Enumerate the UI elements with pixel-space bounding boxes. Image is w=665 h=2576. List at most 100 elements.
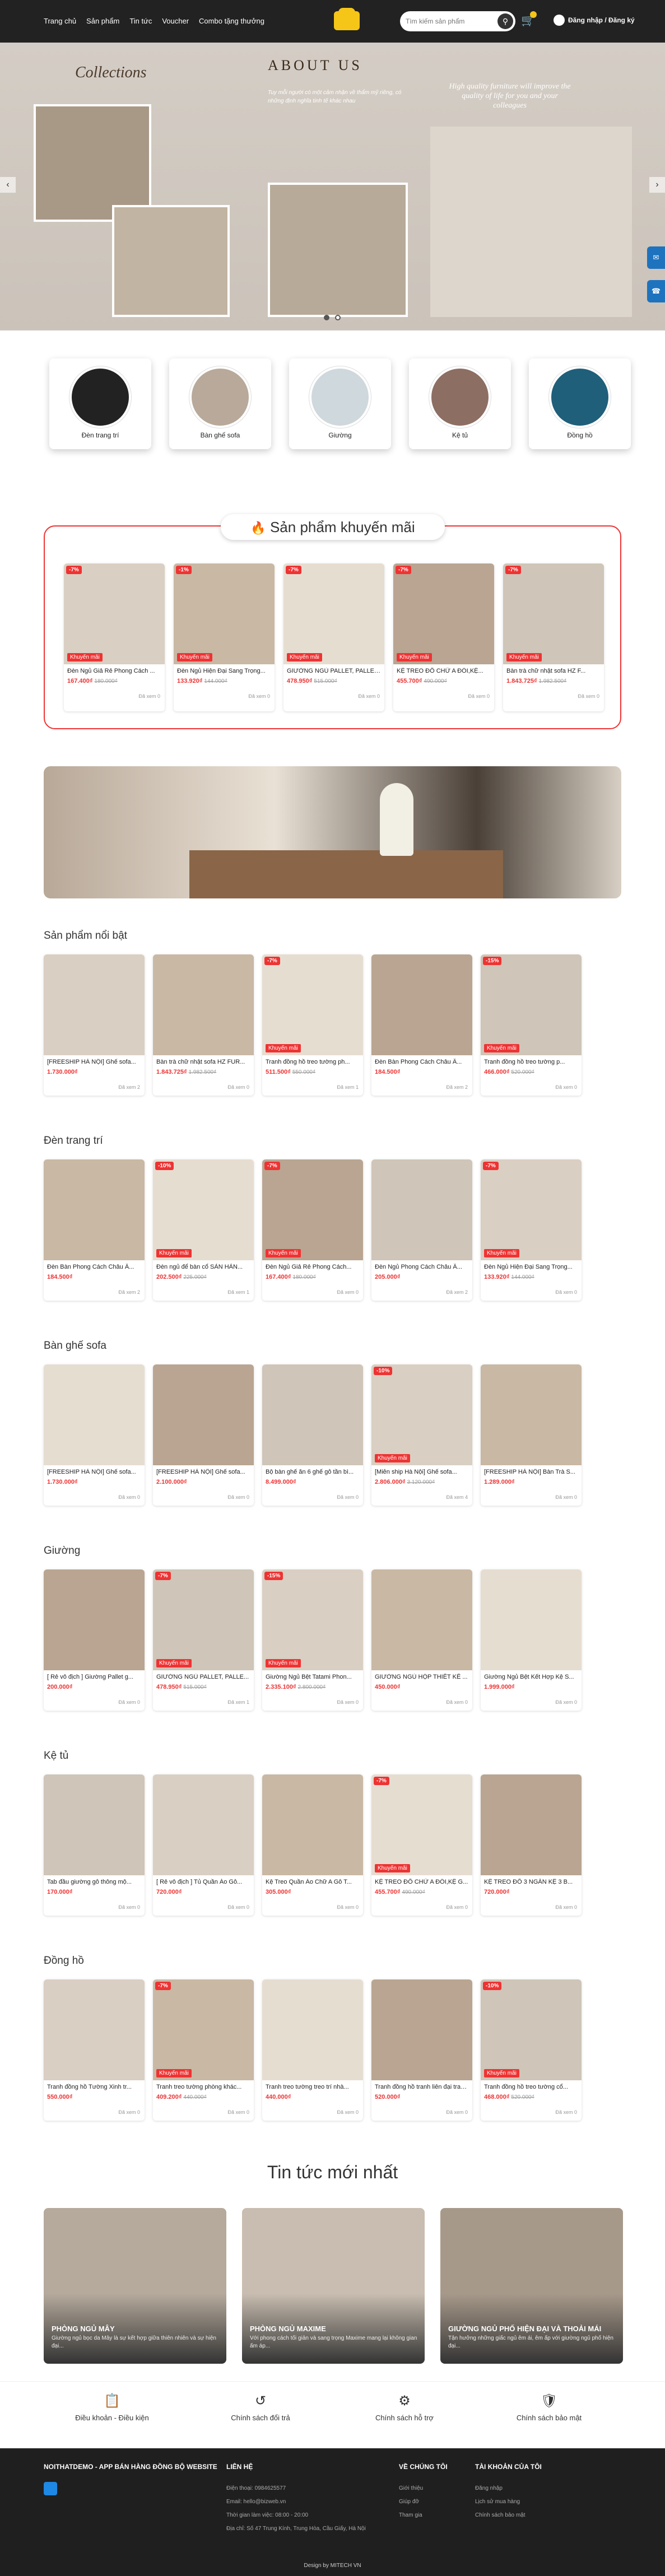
policy-support[interactable]: ⚙ Chính sách hỗ trợ [354, 2393, 455, 2422]
product-image[interactable] [481, 954, 582, 1055]
hero-dot-active[interactable] [335, 315, 341, 320]
search-input[interactable] [406, 15, 490, 28]
product-name[interactable]: Đèn Ngủ Hiện Đại Sang Trọng... [177, 668, 271, 674]
product-image[interactable] [153, 1159, 254, 1260]
product-image[interactable] [64, 563, 165, 664]
product-image[interactable] [371, 1774, 472, 1875]
product-name[interactable]: Tab đầu giường gỗ thông mộ... [47, 1879, 141, 1885]
product-card[interactable]: -7% Khuyến mãi Tranh treo tường phòng khác… [153, 1979, 254, 2121]
product-card[interactable]: -15% Khuyến mãi Giường Ngủ Bệt Tatami Phon… [262, 1569, 363, 1711]
product-card[interactable]: -15% Khuyến mãi Tranh đồng hồ treo tường p… [481, 954, 582, 1096]
product-name[interactable]: Giường Ngủ Bệt Tatami Phon... [266, 1674, 360, 1680]
product-name[interactable]: [Miễn ship Hà Nội] Ghế sofa... [375, 1469, 469, 1475]
product-image[interactable] [262, 1979, 363, 2080]
product-name[interactable]: Đèn Ngủ Hiện Đại Sang Trọng... [484, 1264, 578, 1270]
product-name[interactable]: Bộ bàn ghế ăn 6 ghế gỗ tần bì... [266, 1469, 360, 1475]
nav-products[interactable]: Sản phẩm [86, 17, 119, 25]
product-image[interactable] [174, 563, 275, 664]
product-name[interactable]: Đèn Ngủ Phong Cách Châu Â... [375, 1264, 469, 1270]
product-image[interactable] [371, 1979, 472, 2080]
news-headline[interactable]: PHÒNG NGỦ MÂY [52, 2325, 115, 2333]
cart-icon[interactable]: 🛒 [521, 11, 537, 28]
product-image[interactable] [481, 1569, 582, 1670]
footer-link[interactable]: Giới thiệu [399, 2482, 448, 2495]
product-image[interactable] [153, 1569, 254, 1670]
footer-email[interactable]: Email: hello@bizweb.vn [226, 2495, 366, 2509]
product-image[interactable] [393, 563, 494, 664]
product-name[interactable]: [FREESHIP HÀ NỘI] Ghế sofa... [47, 1059, 141, 1065]
product-card[interactable]: Giường Ngủ Bệt Kết Hợp Kệ S... 1.999.000₫… [481, 1569, 582, 1711]
product-image[interactable] [262, 1159, 363, 1260]
login-link[interactable]: Đăng nhập / Đăng ký [554, 15, 635, 26]
messenger-icon[interactable]: ✉ [647, 246, 665, 269]
product-card[interactable]: Tranh đồng hồ tranh liên đại trang t... 5… [371, 1979, 472, 2121]
product-name[interactable]: GIƯỜNG NGỦ PALLET, PALLE... [156, 1674, 250, 1680]
product-name[interactable]: GIƯỜNG NGỦ PALLET, PALLET... [287, 668, 381, 674]
product-card[interactable]: -7% Khuyến mãi GIƯỜNG NGỦ PALLET, PALLE...… [153, 1569, 254, 1711]
news-card[interactable]: GIƯỜNG NGỦ PHỐ HIỆN ĐẠI VÀ THOẢI MÁI Tận … [440, 2208, 623, 2364]
product-card[interactable]: -7% Khuyến mãi Đèn Ngủ Giả Rẻ Phong Cách..… [262, 1159, 363, 1301]
product-name[interactable]: KỆ TREO ĐỒ 3 NGĂN KỆ 3 B... [484, 1879, 578, 1885]
product-card[interactable]: -7% Khuyến mãi Đèn Ngủ Giả Rẻ Phong Cách .… [64, 563, 165, 711]
nav-combo[interactable]: Combo tặng thưởng [199, 17, 264, 25]
product-card[interactable]: Tranh treo tường treo trí nhà... 440.000₫… [262, 1979, 363, 2121]
product-image[interactable] [283, 563, 384, 664]
product-name[interactable]: Đèn ngủ để bàn cổ SẢN HẢN... [156, 1264, 250, 1270]
news-card[interactable]: PHÒNG NGỦ MAXIME Với phong cách tối giản … [242, 2208, 425, 2364]
category-clock[interactable]: Đồng hồ [529, 358, 631, 449]
product-card[interactable]: -7% Khuyến mãi GIƯỜNG NGỦ PALLET, PALLET..… [283, 563, 384, 711]
product-name[interactable]: Đèn Bàn Phong Cách Châu Â... [375, 1059, 469, 1065]
product-card[interactable]: KỆ TREO ĐỒ 3 NGĂN KỆ 3 B... 720.000₫ Đã xe… [481, 1774, 582, 1916]
site-logo[interactable] [334, 8, 360, 30]
product-image[interactable] [371, 1364, 472, 1465]
product-name[interactable]: Bàn trà chữ nhật sofa HZ F... [506, 668, 601, 674]
product-card[interactable]: -7% Khuyến mãi KỆ TREO ĐỒ CHỮ A ĐÔI,KỆ... 4… [393, 563, 494, 711]
product-name[interactable]: GIƯỜNG NGỦ HỘP THIẾT KẾ ... [375, 1674, 469, 1680]
product-image[interactable] [371, 954, 472, 1055]
category-lamp[interactable]: Đèn trang trí [49, 358, 151, 449]
product-name[interactable]: [FREESHIP HÀ NỘI] Ghế sofa... [47, 1469, 141, 1475]
product-image[interactable] [44, 1774, 145, 1875]
product-card[interactable]: -10% Khuyến mãi Tranh đồng hồ treo tường c… [481, 1979, 582, 2121]
product-name[interactable]: KỆ TREO ĐỒ CHỮ A ĐÔI,KỆ G... [375, 1879, 469, 1885]
product-card[interactable]: [ Rẻ vô địch ] Tủ Quần Áo Gỗ... 720.000₫ Đ… [153, 1774, 254, 1916]
product-card[interactable]: Bàn trà chữ nhật sofa HZ FUR... 1.843.725… [153, 954, 254, 1096]
nav-home[interactable]: Trang chủ [44, 17, 76, 25]
product-name[interactable]: [FREESHIP HÀ NỘI] Bàn Trà S... [484, 1469, 578, 1475]
product-name[interactable]: [ Rẻ vô địch ] Tủ Quần Áo Gỗ... [156, 1879, 250, 1885]
product-image[interactable] [503, 563, 604, 664]
hero-dot[interactable] [324, 315, 329, 320]
hero-prev-arrow[interactable]: ‹ [0, 177, 16, 193]
product-image[interactable] [262, 1569, 363, 1670]
category-sofa[interactable]: Bàn ghế sofa [169, 358, 271, 449]
product-card[interactable]: -7% Khuyến mãi KỆ TREO ĐỒ CHỮ A ĐÔI,KỆ G..… [371, 1774, 472, 1916]
product-name[interactable]: Đèn Ngủ Giả Rẻ Phong Cách ... [67, 668, 161, 674]
product-name[interactable]: Tranh đồng hồ treo tường cổ... [484, 2084, 578, 2090]
product-name[interactable]: Tranh đồng hồ tranh liên đại trang t... [375, 2084, 469, 2090]
nav-voucher[interactable]: Voucher [162, 17, 189, 25]
product-card[interactable]: Bộ bàn ghế ăn 6 ghế gỗ tần bì... 8.499.00… [262, 1364, 363, 1506]
hero-next-arrow[interactable]: › [649, 177, 665, 193]
bct-badge-icon[interactable] [44, 2482, 57, 2495]
product-name[interactable]: Tranh đồng hồ Tường Xinh tr... [47, 2084, 141, 2090]
product-image[interactable] [153, 1979, 254, 2080]
footer-link[interactable]: Giúp đỡ [399, 2495, 448, 2509]
product-image[interactable] [481, 1159, 582, 1260]
product-card[interactable]: Đèn Bàn Phong Cách Châu Â... 184.500₫ Đã x… [44, 1159, 145, 1301]
product-name[interactable]: [ Rẻ vô địch ] Giường Pallet g... [47, 1674, 141, 1680]
product-image[interactable] [262, 954, 363, 1055]
product-image[interactable] [44, 954, 145, 1055]
policy-privacy[interactable]: 🛡 Chính sách bảo mật [499, 2393, 599, 2422]
product-image[interactable] [44, 1979, 145, 2080]
policy-return[interactable]: ↺ Chính sách đổi trả [210, 2393, 311, 2422]
footer-link[interactable]: Lịch sử mua hàng [475, 2495, 542, 2509]
product-image[interactable] [481, 1979, 582, 2080]
product-card[interactable]: Tranh đồng hồ Tường Xinh tr... 550.000₫ Đã… [44, 1979, 145, 2121]
product-image[interactable] [481, 1774, 582, 1875]
footer-phone[interactable]: Điện thoại: 0984625577 [226, 2482, 366, 2495]
news-card[interactable]: PHÒNG NGỦ MÂY Giường ngủ bọc da Mây là sự… [44, 2208, 226, 2364]
product-card[interactable]: Kệ Treo Quần Áo Chữ A Gỗ T... 305.000₫ Đã … [262, 1774, 363, 1916]
product-name[interactable]: Tranh treo tường phòng khác... [156, 2084, 250, 2090]
product-name[interactable]: Kệ Treo Quần Áo Chữ A Gỗ T... [266, 1879, 360, 1885]
product-name[interactable]: Bàn trà chữ nhật sofa HZ FUR... [156, 1059, 250, 1065]
